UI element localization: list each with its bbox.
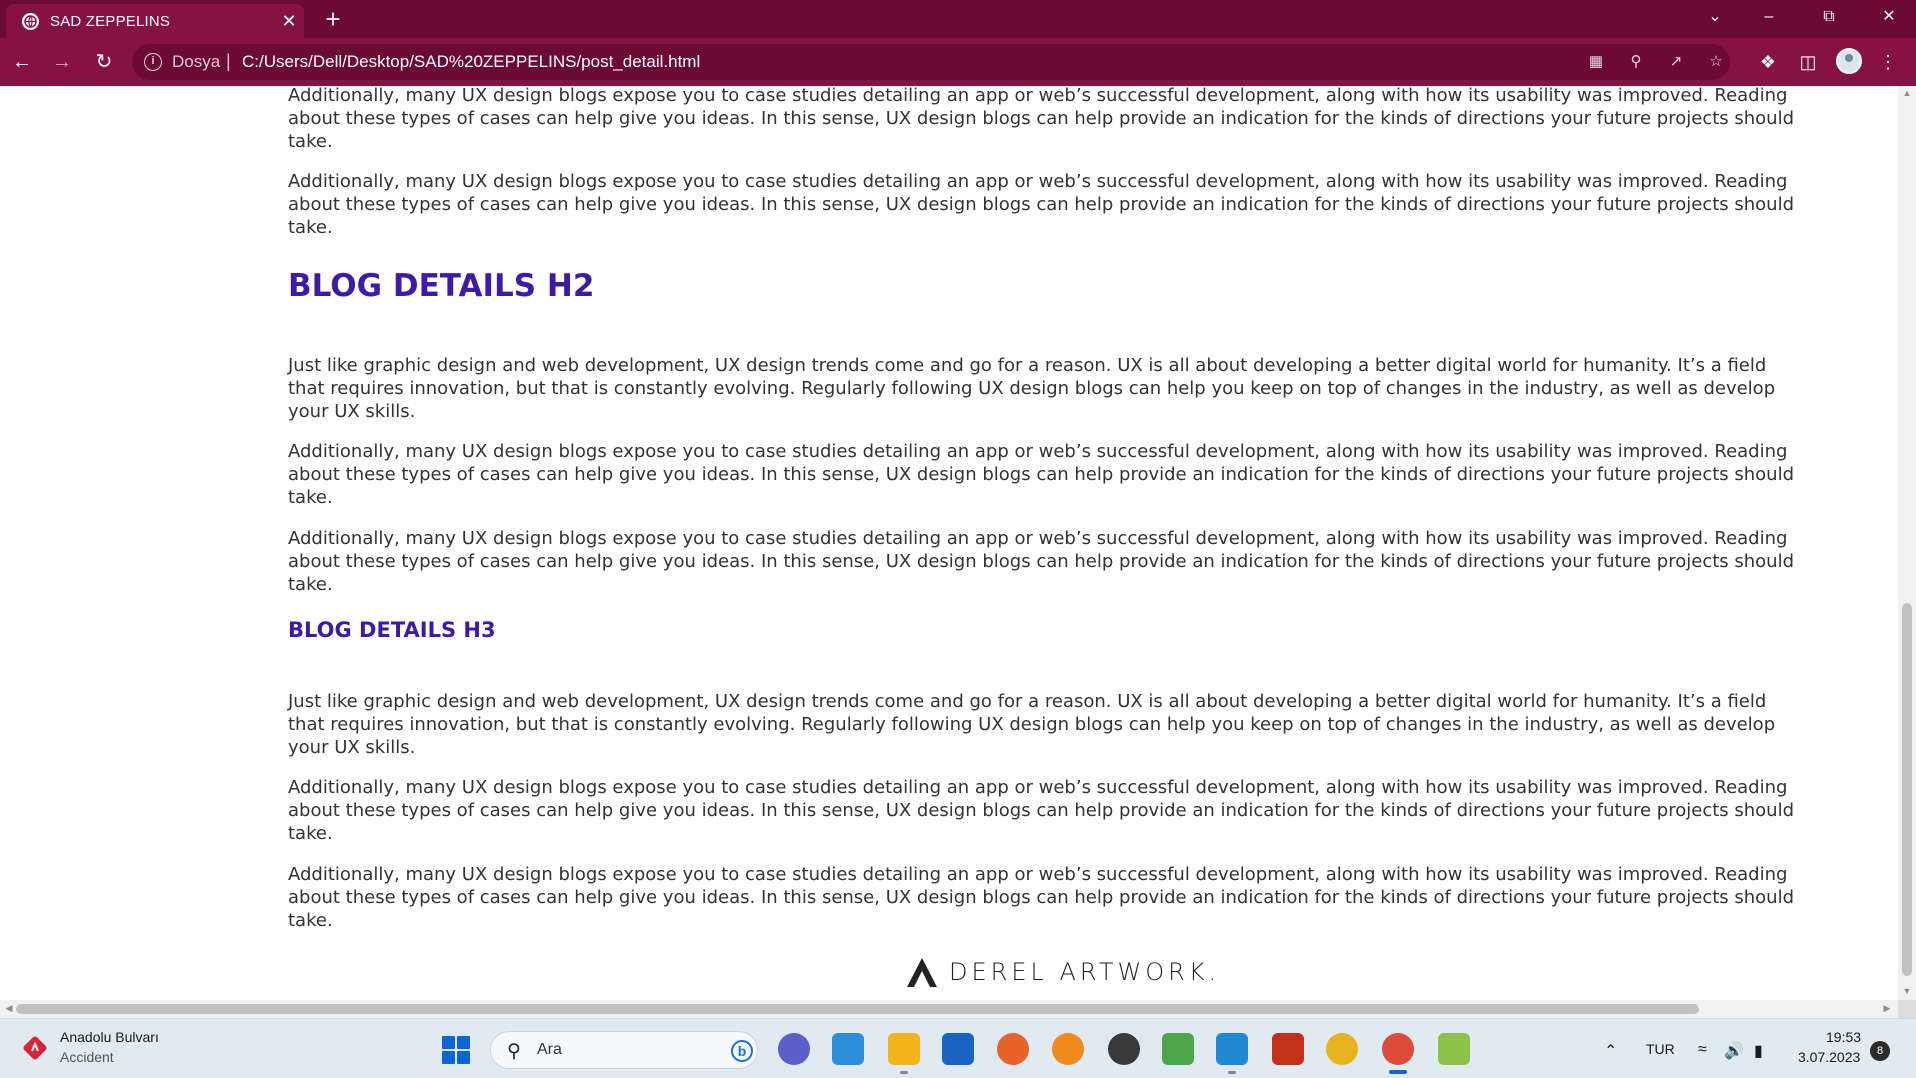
- active-app-indicator: [1389, 1070, 1407, 1074]
- search-everything-icon[interactable]: [1052, 1033, 1084, 1065]
- vscode-icon[interactable]: [1216, 1033, 1248, 1065]
- section-heading-h2: BLOG DETAILS H2: [288, 268, 595, 304]
- traffic-alert-icon[interactable]: [22, 1035, 48, 1061]
- windows-taskbar: Anadolu Bulvarı Accident ⚲ Ara b ⌃ TUR ≈…: [0, 1018, 1916, 1078]
- new-tab-button[interactable]: +: [318, 4, 348, 34]
- scrollbar-corner: [1898, 1000, 1916, 1018]
- horizontal-scroll-thumb[interactable]: [16, 1004, 1699, 1014]
- clock-time[interactable]: 19:53: [1826, 1029, 1861, 1045]
- clock-date[interactable]: 3.07.2023: [1798, 1049, 1860, 1065]
- app-dark-icon[interactable]: [1108, 1033, 1140, 1065]
- obs-icon[interactable]: [1272, 1033, 1304, 1065]
- extensions-icon[interactable]: ❖: [1756, 50, 1780, 74]
- paragraph: Additionally, many UX design blogs expos…: [288, 777, 1795, 844]
- git-app-icon[interactable]: [1438, 1033, 1470, 1065]
- store-icon[interactable]: [832, 1033, 864, 1065]
- teams-chat-icon[interactable]: [778, 1033, 810, 1065]
- back-icon[interactable]: ←: [8, 48, 36, 76]
- paragraph: Additionally, many UX design blogs expos…: [288, 528, 1795, 595]
- minimize-icon[interactable]: –: [1746, 0, 1792, 34]
- footer-logo[interactable]: DEREL ARTWORK.: [905, 956, 1220, 988]
- windows-start-icon[interactable]: [442, 1036, 470, 1064]
- scroll-down-icon[interactable]: ▼: [1898, 986, 1916, 996]
- zoom-icon[interactable]: ⚲: [1626, 52, 1646, 72]
- scroll-right-icon[interactable]: ▶: [1878, 1003, 1896, 1014]
- paragraph: Additionally, many UX design blogs expos…: [288, 441, 1795, 508]
- firefox-icon[interactable]: [997, 1033, 1029, 1065]
- share-icon[interactable]: ↗: [1666, 52, 1686, 72]
- news-widget-subtitle: Accident: [60, 1049, 114, 1065]
- profile-avatar[interactable]: [1836, 48, 1862, 74]
- horizontal-scrollbar[interactable]: ◀ ▶: [0, 1000, 1898, 1018]
- url-separator: |: [226, 51, 231, 71]
- vertical-scrollbar[interactable]: ▲ ▼: [1898, 86, 1916, 1000]
- browser-toolbar: ← → ↻ i Dosya | C:/Users/Dell/Desktop/SA…: [0, 38, 1916, 86]
- paragraph: Additionally, many UX design blogs expos…: [288, 86, 1795, 152]
- search-icon: ⚲: [507, 1041, 521, 1062]
- globe-icon: [22, 13, 39, 30]
- translate-icon[interactable]: ▦: [1586, 52, 1606, 72]
- page-viewport: Additionally, many UX design blogs expos…: [0, 86, 1898, 1000]
- section-heading-h3: BLOG DETAILS H3: [288, 618, 496, 642]
- logo-mark-icon: [907, 958, 937, 987]
- news-widget-title[interactable]: Anadolu Bulvarı: [60, 1029, 159, 1045]
- logo-text: DEREL ARTWORK.: [949, 958, 1221, 986]
- url-scheme: Dosya: [172, 52, 221, 71]
- url-text[interactable]: C:/Users/Dell/Desktop/SAD%20ZEPPELINS/po…: [242, 52, 700, 72]
- browser-tab[interactable]: SAD ZEPPELINS ✕: [6, 4, 304, 38]
- close-window-icon[interactable]: ✕: [1866, 0, 1912, 34]
- notification-badge[interactable]: 8: [1870, 1041, 1890, 1061]
- notepad-plus-icon[interactable]: [1162, 1033, 1194, 1065]
- tray-overflow-icon[interactable]: ⌃: [1604, 1041, 1617, 1061]
- wifi-icon[interactable]: ≈: [1698, 1041, 1707, 1059]
- browser-titlebar: SAD ZEPPELINS ✕ + ⌄ – ⧉ ✕: [0, 0, 1916, 38]
- side-panel-icon[interactable]: ◫: [1796, 50, 1820, 74]
- running-indicator: [1228, 1071, 1236, 1074]
- bookmark-star-icon[interactable]: ☆: [1706, 52, 1726, 72]
- language-indicator[interactable]: TUR: [1646, 1041, 1675, 1057]
- tab-search-icon[interactable]: ⌄: [1692, 0, 1738, 34]
- info-icon[interactable]: i: [144, 53, 162, 71]
- bing-icon[interactable]: b: [731, 1040, 753, 1062]
- paragraph: Just like graphic design and web develop…: [288, 355, 1776, 422]
- tab-close-icon[interactable]: ✕: [278, 10, 300, 32]
- menu-icon[interactable]: ⋮: [1876, 50, 1900, 74]
- search-label: Ara: [537, 1041, 562, 1058]
- paragraph: Additionally, many UX design blogs expos…: [288, 171, 1795, 238]
- restore-icon[interactable]: ⧉: [1806, 0, 1852, 34]
- battery-icon[interactable]: ▮: [1754, 1041, 1763, 1061]
- tab-title: SAD ZEPPELINS: [50, 13, 171, 30]
- scroll-up-icon[interactable]: ▲: [1898, 88, 1916, 98]
- vertical-scroll-thumb[interactable]: [1902, 603, 1912, 976]
- chrome-profile-icon[interactable]: [1382, 1033, 1414, 1065]
- forward-icon[interactable]: →: [48, 48, 76, 76]
- address-bar[interactable]: i Dosya | C:/Users/Dell/Desktop/SAD%20ZE…: [132, 44, 1730, 80]
- taskbar-search[interactable]: ⚲ Ara b: [490, 1031, 758, 1069]
- running-indicator: [900, 1071, 908, 1074]
- file-explorer-icon[interactable]: [888, 1033, 920, 1065]
- paragraph: Just like graphic design and web develop…: [288, 691, 1776, 758]
- reload-icon[interactable]: ↻: [90, 48, 118, 76]
- chrome-icon[interactable]: [1326, 1033, 1358, 1065]
- volume-icon[interactable]: 🔊: [1724, 1041, 1744, 1061]
- mail-icon[interactable]: [942, 1033, 974, 1065]
- paragraph: Additionally, many UX design blogs expos…: [288, 864, 1795, 931]
